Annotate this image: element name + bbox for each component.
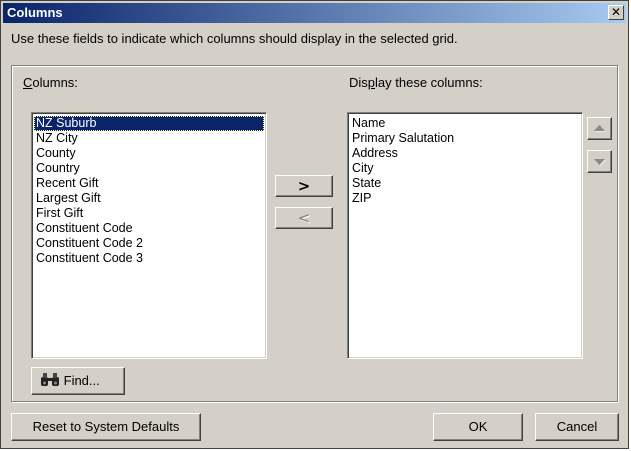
find-button-label: Find... — [63, 373, 100, 388]
display-label-rest: lay these columns: — [375, 75, 483, 90]
available-label-accel: C — [23, 75, 33, 90]
reset-defaults-button[interactable]: Reset to System Defaults — [11, 413, 201, 441]
instruction-text: Use these fields to indicate which colum… — [11, 31, 458, 46]
display-label-prefix: Dis — [349, 75, 368, 90]
available-column-item[interactable]: Constituent Code 2 — [34, 236, 264, 251]
available-column-item[interactable]: County — [34, 146, 264, 161]
available-column-item[interactable]: NZ Suburb — [34, 116, 264, 131]
dialog-title: Columns — [7, 5, 63, 20]
available-column-item[interactable]: Country — [34, 161, 264, 176]
add-column-button[interactable]: > — [275, 175, 333, 197]
arrow-up-icon — [594, 125, 606, 132]
move-down-button[interactable] — [587, 150, 612, 173]
display-label-accel: p — [367, 75, 376, 90]
title-bar[interactable]: Columns ✕ — [3, 3, 626, 23]
available-columns-label: Columns: — [23, 75, 78, 90]
display-column-item[interactable]: ZIP — [350, 191, 580, 206]
cancel-button[interactable]: Cancel — [535, 413, 619, 441]
available-column-item[interactable]: Constituent Code 3 — [34, 251, 264, 266]
display-column-item[interactable]: Address — [350, 146, 580, 161]
display-column-item[interactable]: City — [350, 161, 580, 176]
close-icon: ✕ — [610, 5, 622, 19]
available-column-item[interactable]: First Gift — [34, 206, 264, 221]
find-button[interactable]: Find... — [31, 367, 125, 395]
columns-dialog: Columns ✕ Use these fields to indicate w… — [0, 0, 629, 449]
close-button[interactable]: ✕ — [608, 5, 624, 20]
available-column-item[interactable]: Largest Gift — [34, 191, 264, 206]
remove-column-button[interactable]: < — [275, 207, 333, 229]
available-label-rest: olumns: — [32, 75, 78, 90]
available-column-item[interactable]: Constituent Code — [34, 221, 264, 236]
available-columns-list[interactable]: NZ Suburb NZ City County Country Recent Gift… — [31, 112, 267, 359]
display-column-item[interactable]: Name — [350, 116, 580, 131]
available-column-item[interactable]: NZ City — [34, 131, 264, 146]
ok-button[interactable]: OK — [433, 413, 523, 441]
available-column-item[interactable]: Recent Gift — [34, 176, 264, 191]
arrow-down-icon — [594, 159, 606, 166]
display-column-item[interactable]: Primary Salutation — [350, 131, 580, 146]
display-column-item[interactable]: State — [350, 176, 580, 191]
move-up-button[interactable] — [587, 117, 612, 140]
display-columns-list[interactable]: Name Primary Salutation Address City State ZI… — [347, 112, 583, 359]
binoculars-icon — [41, 373, 59, 386]
display-columns-label: Display these columns: — [349, 75, 483, 90]
